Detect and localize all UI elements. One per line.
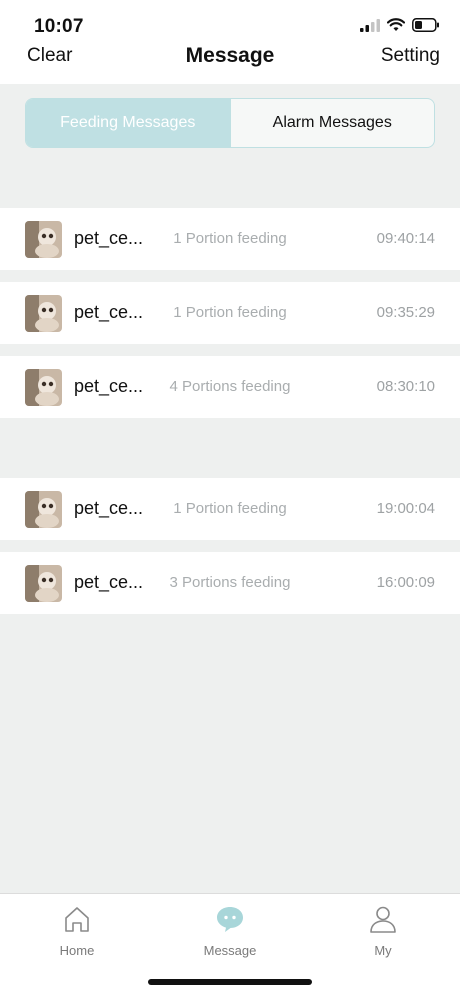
list-item[interactable]: pet_ce... 4 Portions feeding 08:30:10 xyxy=(0,356,460,418)
list-item[interactable]: pet_ce... 1 Portion feeding 09:35:29 xyxy=(0,282,460,344)
tab-message[interactable]: Message xyxy=(180,904,280,958)
tab-message-label: Message xyxy=(203,943,257,958)
pet-avatar xyxy=(25,565,62,602)
status-bar: 10:07 xyxy=(0,0,460,40)
feeding-description: 4 Portions feeding xyxy=(169,378,291,395)
status-time: 10:07 xyxy=(34,16,84,37)
feeding-time: 09:40:14 xyxy=(376,230,435,247)
tab-feeding-messages[interactable]: Feeding Messages xyxy=(26,99,230,147)
device-name: pet_ce... xyxy=(74,572,144,592)
wifi-icon xyxy=(387,18,405,31)
list-item[interactable]: pet_ce... 3 Portions feeding 16:00:09 xyxy=(0,552,460,614)
list-item[interactable]: pet_ce... 1 Portion feeding 09:40:14 xyxy=(0,208,460,270)
tab-my[interactable]: My xyxy=(333,904,433,958)
tab-home[interactable]: Home xyxy=(27,904,127,958)
feeding-description: 1 Portion feeding xyxy=(173,304,287,321)
pet-avatar xyxy=(25,295,62,332)
tab-home-label: Home xyxy=(59,943,95,958)
message-type-segmented-control: Feeding Messages Alarm Messages xyxy=(25,98,435,148)
battery-icon xyxy=(412,18,439,32)
nav-header: Clear Message Setting xyxy=(0,40,460,84)
device-name: pet_ce... xyxy=(74,302,144,322)
feeding-time: 09:35:29 xyxy=(376,304,435,321)
pet-avatar xyxy=(25,369,62,406)
feeding-time: 16:00:09 xyxy=(376,574,435,591)
signal-icon xyxy=(360,18,380,32)
feeding-time: 08:30:10 xyxy=(376,378,435,395)
chat-bubble-icon xyxy=(217,907,243,932)
home-indicator[interactable] xyxy=(148,979,312,985)
feeding-description: 1 Portion feeding xyxy=(173,500,287,517)
device-name: pet_ce... xyxy=(74,498,144,518)
person-icon xyxy=(370,906,396,933)
list-item[interactable]: pet_ce... 1 Portion feeding 19:00:04 xyxy=(0,478,460,540)
feeding-time: 19:00:04 xyxy=(376,500,435,517)
tab-alarm-messages[interactable]: Alarm Messages xyxy=(229,99,435,147)
pet-avatar xyxy=(25,491,62,528)
device-name: pet_ce... xyxy=(74,228,144,248)
device-name: pet_ce... xyxy=(74,376,144,396)
segment-area: Feeding Messages Alarm Messages xyxy=(0,84,460,162)
feeding-description: 1 Portion feeding xyxy=(173,230,287,247)
pet-avatar xyxy=(25,221,62,258)
feeding-description: 3 Portions feeding xyxy=(169,574,291,591)
setting-button[interactable]: Setting xyxy=(381,45,440,67)
home-icon xyxy=(65,907,89,932)
tab-my-label: My xyxy=(374,943,392,958)
status-icons xyxy=(360,18,440,32)
